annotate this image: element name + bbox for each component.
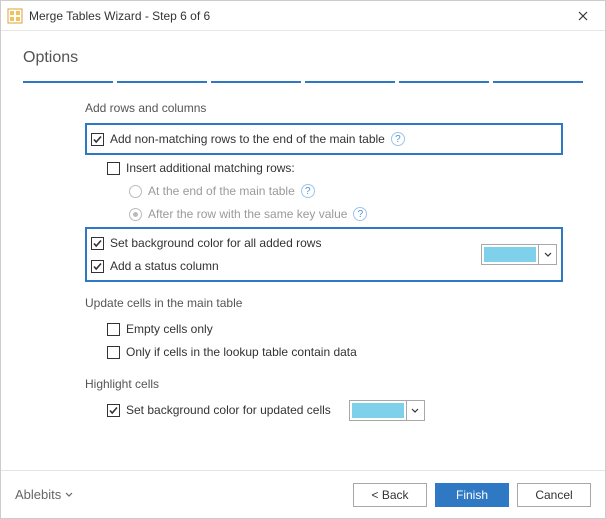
label-bg-added: Set background color for all added rows [110, 236, 321, 250]
checkbox-non-matching[interactable] [91, 133, 104, 146]
titlebar: Merge Tables Wizard - Step 6 of 6 [1, 1, 605, 31]
cancel-button[interactable]: Cancel [517, 483, 591, 507]
color-picker-added[interactable] [481, 244, 557, 265]
checkbox-bg-added[interactable] [91, 237, 104, 250]
checkbox-bg-updated[interactable] [107, 404, 120, 417]
color-swatch-updated [352, 403, 404, 418]
highlight-bg-status: Set background color for all added rows … [85, 227, 563, 282]
color-swatch-added [484, 247, 536, 262]
brand-label: Ablebits [15, 487, 61, 502]
radio-after-row [129, 208, 142, 221]
options-body: Add rows and columns Add non-matching ro… [23, 101, 583, 421]
step-progress [23, 81, 583, 83]
color-picker-updated[interactable] [349, 400, 425, 421]
label-insert-matching: Insert additional matching rows: [126, 161, 295, 175]
label-at-end: At the end of the main table [148, 184, 295, 198]
help-icon[interactable]: ? [353, 207, 367, 221]
highlight-non-matching: Add non-matching rows to the end of the … [85, 123, 563, 155]
wizard-window: Merge Tables Wizard - Step 6 of 6 Option… [0, 0, 606, 519]
checkbox-empty-only[interactable] [107, 323, 120, 336]
chevron-down-icon [538, 245, 556, 264]
section-highlight-label: Highlight cells [85, 377, 563, 391]
radio-at-end [129, 185, 142, 198]
section-add-label: Add rows and columns [85, 101, 563, 115]
finish-button[interactable]: Finish [435, 483, 509, 507]
label-after-row: After the row with the same key value [148, 207, 347, 221]
checkbox-insert-matching[interactable] [107, 162, 120, 175]
page-title: Options [23, 49, 583, 67]
close-button[interactable] [561, 1, 605, 31]
label-empty-only: Empty cells only [126, 322, 213, 336]
label-bg-updated: Set background color for updated cells [126, 403, 331, 417]
brand-menu[interactable]: Ablebits [15, 487, 73, 502]
section-update-label: Update cells in the main table [85, 296, 563, 310]
checkbox-only-if[interactable] [107, 346, 120, 359]
label-non-matching: Add non-matching rows to the end of the … [110, 132, 385, 146]
chevron-down-icon [65, 492, 73, 497]
label-status-col: Add a status column [110, 259, 219, 273]
checkbox-status-col[interactable] [91, 260, 104, 273]
footer: Ablebits < Back Finish Cancel [1, 470, 605, 518]
window-title: Merge Tables Wizard - Step 6 of 6 [29, 9, 561, 23]
content-area: Options Add rows and columns Add non-mat… [1, 31, 605, 470]
label-only-if: Only if cells in the lookup table contai… [126, 345, 357, 359]
help-icon[interactable]: ? [301, 184, 315, 198]
back-button[interactable]: < Back [353, 483, 427, 507]
help-icon[interactable]: ? [391, 132, 405, 146]
app-icon [7, 8, 23, 24]
chevron-down-icon [406, 401, 424, 420]
